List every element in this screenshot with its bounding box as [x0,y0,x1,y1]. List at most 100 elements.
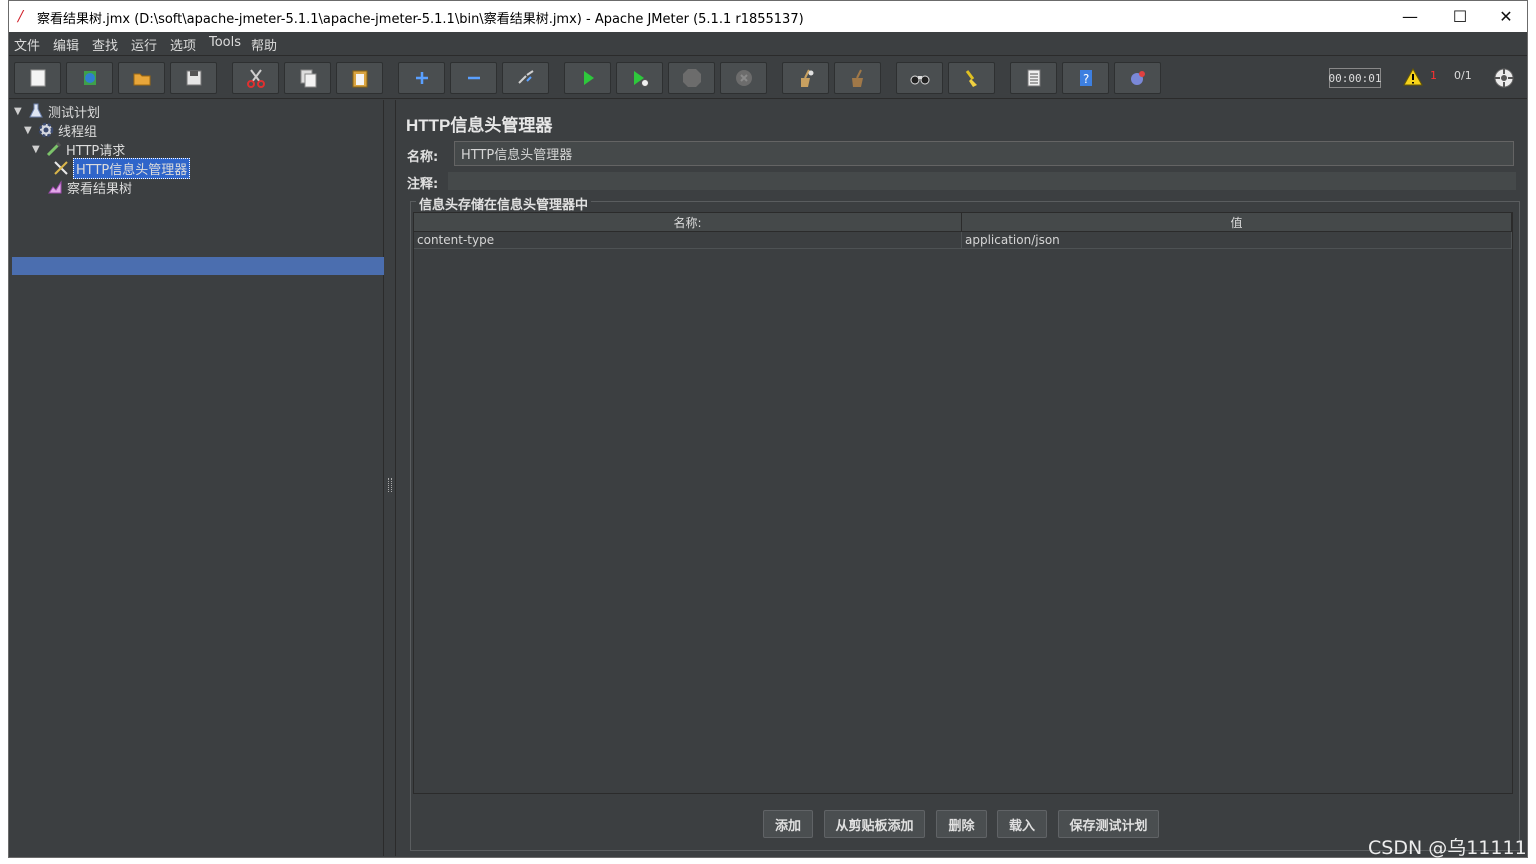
tree-node-label: 察看结果树 [67,181,133,197]
toolbar: ? 00:00:01 1 0/1 [9,57,1527,99]
clear-button[interactable] [782,62,829,94]
group-title: 信息头存储在信息头管理器中 [416,194,592,213]
clipboard-icon [352,70,367,88]
tree-node-header-manager[interactable]: HTTP信息头管理器 [52,157,191,179]
watermark-text: CSDN @乌11111 [1368,837,1527,859]
copy-button[interactable] [284,62,331,94]
save-button[interactable] [170,62,217,94]
cut-button[interactable] [232,62,279,94]
split-pane-divider[interactable] [385,100,395,856]
broom-icon [800,69,813,87]
flask-icon [27,103,45,119]
load-button[interactable]: 载入 [997,810,1047,838]
copy-icon [300,69,316,88]
comment-field[interactable] [448,172,1516,190]
stop-button[interactable] [668,62,715,94]
tree-node-thread-group[interactable]: ▼ 线程组 [24,121,98,140]
help-book-icon: ? [1079,70,1092,86]
open-button[interactable] [118,62,165,94]
delete-button[interactable]: 删除 [936,810,987,838]
svg-text:?: ? [1083,72,1089,86]
header-manager-panel: HTTP信息头管理器 名称: 注释: 信息头存储在信息头管理器中 名称: 值 c… [395,100,1527,856]
toggle-wand-icon [517,70,534,84]
name-label: 名称: [407,150,439,165]
column-header-name[interactable]: 名称: [414,213,962,232]
menu-options[interactable]: 选项 [170,35,196,54]
chart-icon [46,179,64,195]
start-no-pause-button[interactable] [616,62,663,94]
minimize-button[interactable]: — [1387,1,1433,32]
collapse-all-button[interactable] [450,62,497,94]
clear-all-button[interactable] [834,62,881,94]
tree-node-label: 测试计划 [48,105,101,121]
menu-search[interactable]: 查找 [92,35,118,54]
save-test-plan-button[interactable]: 保存测试计划 [1058,810,1159,838]
tree-node-label: HTTP信息头管理器 [73,157,191,179]
start-button[interactable] [564,62,611,94]
save-disk-icon [186,70,201,86]
tree-node-http-request[interactable]: ▼ HTTP请求 [32,140,126,159]
toggle-button[interactable] [502,62,549,94]
menu-edit[interactable]: 编辑 [53,35,79,54]
table-cell-value[interactable]: application/json [962,232,1512,249]
name-field[interactable] [454,141,1514,166]
new-button[interactable] [14,62,61,94]
stop-icon [682,69,701,87]
expand-arrow-icon[interactable]: ▼ [14,106,24,117]
table-cell-name[interactable]: content-type [414,232,962,249]
menu-help[interactable]: 帮助 [251,35,277,54]
play-no-pause-icon [633,71,649,87]
expand-arrow-icon[interactable]: ▼ [32,144,42,155]
comment-label: 注释: [407,177,439,192]
templates-button[interactable] [66,62,113,94]
list-icon [1027,69,1040,87]
open-folder-icon [133,73,150,86]
reset-search-button[interactable] [948,62,995,94]
tree-node-label: HTTP请求 [66,143,126,159]
help-button[interactable]: ? [1062,62,1109,94]
maximize-button[interactable]: ☐ [1437,1,1483,32]
window-title: 察看结果树.jmx (D:\soft\apache-jmeter-5.1.1\a… [37,12,804,27]
plus-icon [415,72,428,84]
menu-run[interactable]: 运行 [131,35,157,54]
shutdown-icon [735,70,752,86]
menu-tools[interactable]: Tools [209,35,241,50]
splitter-grip-icon [388,478,392,492]
function-helper-button[interactable] [1010,62,1057,94]
tree-node-label: 线程组 [58,124,98,140]
column-header-value[interactable]: 值 [962,213,1512,232]
headers-group: 信息头存储在信息头管理器中 名称: 值 content-type applica… [410,194,1520,851]
gear-icon [37,122,55,138]
expand-arrow-icon[interactable]: ▼ [24,125,34,136]
pipette-icon [45,141,63,157]
tree-node-results-tree[interactable]: 察看结果树 [46,178,133,197]
page-title: HTTP信息头管理器 [406,116,553,135]
menu-file[interactable]: 文件 [14,35,40,54]
test-plan-tree: ▼ 测试计划 ▼ 线程组 ▼ HTTP请求 HTTP信息头管理器 察看结果树 [10,100,384,856]
headers-table[interactable]: 名称: 值 content-type application/json [413,212,1513,794]
warning-icon[interactable] [1403,68,1423,86]
minus-icon [467,76,480,80]
jmeter-feather-icon: / [18,7,24,25]
binoculars-icon [910,75,929,85]
search-button[interactable] [896,62,943,94]
expand-all-button[interactable] [398,62,445,94]
new-file-icon [30,69,45,87]
tree-node-test-plan[interactable]: ▼ 测试计划 [14,102,101,121]
add-from-clipboard-button[interactable]: 从剪贴板添加 [824,810,925,838]
log-viewer-icon[interactable] [1493,67,1515,89]
reset-broom-icon [965,70,977,87]
jmeter-window: / 察看结果树.jmx (D:\soft\apache-jmeter-5.1.1… [8,0,1528,858]
add-button[interactable]: 添加 [763,810,813,838]
broom-all-icon [851,69,863,87]
tree-selection-highlight [12,257,384,275]
remote-button[interactable] [1114,62,1161,94]
menu-bar: 文件 编辑 查找 运行 选项 Tools 帮助 [9,32,1527,56]
elapsed-timer: 00:00:01 [1329,68,1382,88]
shutdown-button[interactable] [720,62,767,94]
active-threads: 0/1 [1454,69,1472,82]
remote-icon [1130,71,1145,85]
title-bar: / 察看结果树.jmx (D:\soft\apache-jmeter-5.1.1… [9,1,1527,32]
close-button[interactable]: ✕ [1483,1,1529,32]
paste-button[interactable] [336,62,383,94]
